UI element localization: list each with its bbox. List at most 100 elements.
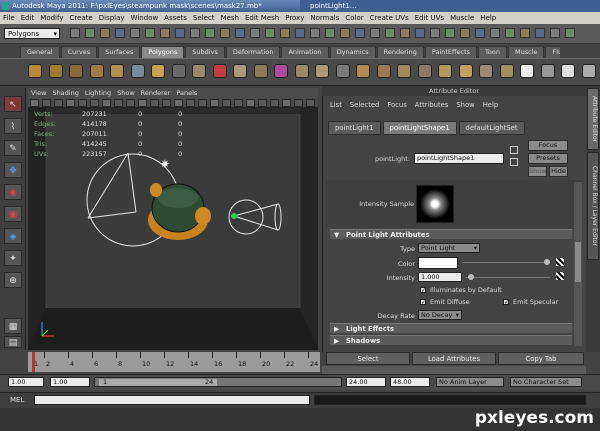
viewport-toolbar-icon[interactable]	[222, 99, 231, 107]
status-line-tool-icon[interactable]	[265, 28, 275, 38]
viewport-toolbar-icon[interactable]	[54, 99, 63, 107]
shelf-tab-dynamics[interactable]: Dynamics	[329, 46, 376, 58]
menu-assets[interactable]: Assets	[161, 12, 190, 24]
select-tool-icon[interactable]: ↖	[4, 96, 22, 112]
illuminates-by-default-checkbox[interactable]: ✓	[420, 287, 426, 294]
shelf-polygon-tool-icon[interactable]	[253, 64, 268, 78]
emit-specular-checkbox[interactable]: ✓	[503, 299, 509, 306]
attribute-editor-scrollbar[interactable]	[574, 182, 582, 346]
rotate-tool-icon[interactable]: ◉	[4, 184, 22, 200]
end-time-field[interactable]: 48.00	[390, 377, 430, 387]
shelf-polygon-tool-icon[interactable]	[233, 64, 247, 78]
viewport-toolbar-icon[interactable]	[138, 99, 147, 107]
shelf-polygon-tool-icon[interactable]	[48, 64, 63, 78]
output-connection-icon[interactable]	[510, 146, 518, 154]
current-frame-marker[interactable]	[32, 352, 35, 372]
color-slider-handle[interactable]	[544, 259, 550, 265]
ae-tab-pointlight1[interactable]: pointLight1	[328, 121, 381, 135]
viewport-toolbar-icon[interactable]	[306, 99, 315, 107]
menu-edit-uvs[interactable]: Edit UVs	[412, 12, 447, 24]
emit-diffuse-checkbox[interactable]: ✓	[420, 299, 426, 306]
viewport-toolbar-icon[interactable]	[198, 99, 207, 107]
status-line-tool-icon[interactable]	[445, 28, 455, 38]
section-shadows[interactable]: ▶ Shadows	[330, 335, 572, 345]
status-line-tool-icon[interactable]	[520, 28, 530, 38]
select-button[interactable]: Select	[326, 352, 410, 365]
playback-controls[interactable]	[322, 366, 586, 374]
menu-create-uvs[interactable]: Create UVs	[367, 12, 412, 24]
decay-rate-dropdown[interactable]: No Decay ▾	[418, 310, 462, 320]
start-time-field[interactable]: 1.00	[8, 377, 44, 387]
menu-proxy[interactable]: Proxy	[282, 12, 307, 24]
status-line-tool-icon[interactable]	[295, 28, 305, 38]
status-line-tool-icon[interactable]	[460, 28, 470, 38]
mel-label[interactable]: MEL	[10, 396, 24, 404]
shelf-polygon-tool-icon[interactable]	[315, 64, 329, 78]
shelf-polygon-tool-icon[interactable]	[356, 64, 370, 78]
status-line-tool-icon[interactable]	[475, 28, 485, 38]
playback-start-field[interactable]: 1.00	[50, 377, 90, 387]
input-connection-icon[interactable]	[510, 158, 518, 166]
focus-button[interactable]: Focus	[528, 140, 568, 151]
shelf-polygon-tool-icon[interactable]	[151, 64, 165, 78]
mel-input[interactable]	[34, 395, 310, 405]
menu-help[interactable]: Help	[477, 12, 499, 24]
viewport-toolbar-icon[interactable]	[174, 99, 183, 107]
menu-display[interactable]: Display	[96, 12, 128, 24]
menu-color[interactable]: Color	[342, 12, 366, 24]
shelf-polygon-tool-icon[interactable]	[89, 64, 104, 78]
show-button[interactable]: Show	[528, 166, 547, 177]
playback-end-field[interactable]: 24.00	[346, 377, 386, 387]
viewport-toolbar-icon[interactable]	[66, 99, 75, 107]
hide-button[interactable]: Hide	[549, 166, 568, 177]
manipulator-tool-icon[interactable]: ◈	[4, 228, 22, 244]
shelf-tab-rendering[interactable]: Rendering	[376, 46, 424, 58]
viewport-menu-renderer[interactable]: Renderer	[138, 88, 174, 98]
status-line-tool-icon[interactable]	[370, 28, 380, 38]
status-line-tool-icon[interactable]	[250, 28, 260, 38]
intensity-slider[interactable]	[466, 277, 550, 278]
shelf-tab-curves[interactable]: Curves	[60, 46, 98, 58]
status-line-tool-icon[interactable]	[100, 28, 110, 38]
shelf-tab-painteffects[interactable]: PaintEffects	[424, 46, 478, 58]
selected-light-icon[interactable]	[231, 213, 237, 219]
range-slider[interactable]: 1 24	[94, 377, 342, 387]
layout-four-view-icon[interactable]: ▦	[4, 318, 22, 334]
menu-normals[interactable]: Normals	[307, 12, 342, 24]
menu-edit-mesh[interactable]: Edit Mesh	[242, 12, 282, 24]
range-slider-handle[interactable]	[99, 379, 217, 386]
shelf-polygon-tool-icon[interactable]	[192, 64, 206, 78]
shelf-tab-deformation[interactable]: Deformation	[225, 46, 281, 58]
shelf-tab-surfaces[interactable]: Surfaces	[98, 46, 141, 58]
viewport-toolbar-icon[interactable]	[282, 99, 291, 107]
menu-muscle[interactable]: Muscle	[447, 12, 477, 24]
status-line-tool-icon[interactable]	[355, 28, 365, 38]
presets-button[interactable]: Presets	[528, 153, 568, 164]
viewport-menu-shading[interactable]: Shading	[49, 88, 81, 98]
type-dropdown[interactable]: Point Light ▾	[418, 243, 480, 253]
shelf-polygon-tool-icon[interactable]	[561, 64, 575, 78]
status-line-tool-icon[interactable]	[310, 28, 320, 38]
status-line-tool-icon[interactable]	[85, 28, 95, 38]
ae-menu-list[interactable]: List	[326, 101, 346, 109]
menu-select[interactable]: Select	[190, 12, 218, 24]
status-line-tool-icon[interactable]	[235, 28, 245, 38]
menu-mesh[interactable]: Mesh	[218, 12, 242, 24]
ae-tab-pointlightshape1[interactable]: pointLightShape1	[382, 121, 457, 135]
attribute-editor-side-tab[interactable]: Attribute Editor	[587, 88, 599, 150]
menu-create[interactable]: Create	[66, 12, 95, 24]
status-line-tool-icon[interactable]	[220, 28, 230, 38]
scale-tool-icon[interactable]: ▣	[4, 206, 22, 222]
shelf-polygon-tool-icon[interactable]	[458, 64, 473, 78]
color-slider[interactable]	[462, 262, 550, 263]
color-swatch[interactable]	[418, 257, 458, 269]
status-line-tool-icon[interactable]	[175, 28, 185, 38]
shelf-polygon-tool-icon[interactable]	[540, 64, 555, 78]
shelf-polygon-tool-icon[interactable]	[397, 64, 411, 78]
mode-selector[interactable]: Polygons ▾	[4, 28, 60, 39]
viewport-toolbar-icon[interactable]	[186, 99, 195, 107]
menu-edit[interactable]: Edit	[18, 12, 38, 24]
anim-layer-dropdown[interactable]: No Anim Layer	[436, 377, 504, 387]
status-line-tool-icon[interactable]	[340, 28, 350, 38]
status-line-tool-icon[interactable]	[280, 28, 290, 38]
